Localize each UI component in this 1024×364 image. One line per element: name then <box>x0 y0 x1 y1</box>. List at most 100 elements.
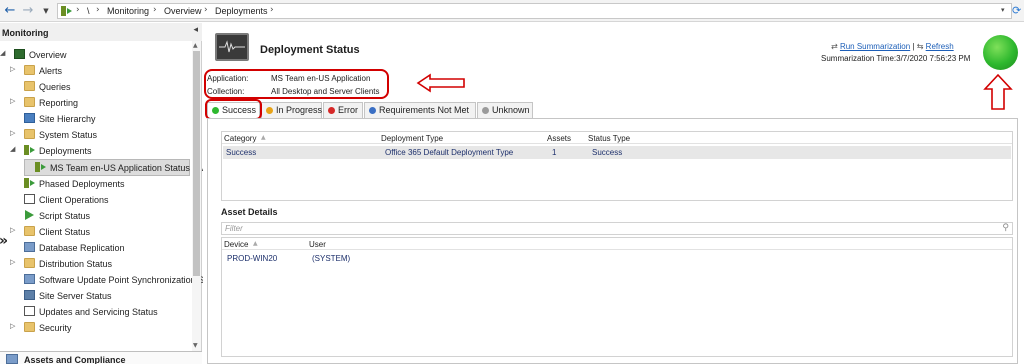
cell-status-type: Success <box>592 148 623 157</box>
workspace-assets-and-compliance[interactable]: Assets and Compliance <box>0 351 202 364</box>
collapsed-icon[interactable]: ▷ <box>10 65 15 73</box>
folder-icon <box>24 322 35 332</box>
breadcrumb-overview[interactable]: Overview <box>164 6 202 16</box>
breadcrumb[interactable]: › \ › Monitoring › Overview › Deployment… <box>57 3 1012 19</box>
refresh-link-icon: ⇆ <box>916 42 924 51</box>
tab-label: Error <box>338 105 358 115</box>
sup-sync-icon <box>24 274 35 284</box>
breadcrumb-deployments[interactable]: Deployments <box>215 6 268 16</box>
collapsed-icon[interactable]: ▷ <box>10 97 15 105</box>
folder-icon <box>24 258 35 268</box>
nav-item-client-status[interactable]: ▷ Client Status <box>10 224 194 240</box>
nav-item-label: Phased Deployments <box>39 179 125 189</box>
scroll-up-icon[interactable]: ▲ <box>193 42 198 49</box>
nav-item-deployments[interactable]: ◢ Deployments <box>10 143 194 159</box>
nav-item-security[interactable]: ▷ Security <box>10 320 194 336</box>
annotation-success-tab-box <box>205 99 262 120</box>
deployment-status-monitor-icon <box>215 33 249 61</box>
nav-item-script-status[interactable]: Script Status <box>24 208 194 224</box>
cell-user: (SYSTEM) <box>312 254 351 263</box>
scrollbar-thumb[interactable] <box>193 51 200 276</box>
asset-grid-header: Device ▲ User <box>222 238 1012 250</box>
requirements-not-met-status-icon <box>369 107 376 114</box>
col-category[interactable]: Category <box>224 134 256 143</box>
tab-error[interactable]: Error <box>323 102 363 118</box>
nav-scrollbar[interactable]: ▲ ▼ <box>192 41 201 351</box>
address-bar: ← → ▼ › \ › Monitoring › Overview › Depl… <box>0 0 1024 22</box>
back-icon[interactable]: ← <box>2 3 18 19</box>
breadcrumb-root[interactable]: \ <box>87 6 90 16</box>
cell-category: Success <box>226 148 257 157</box>
tab-in-progress[interactable]: In Progress <box>261 102 322 118</box>
double-chevron-icon: » <box>0 233 8 249</box>
address-dropdown-icon[interactable]: ▾ <box>1001 6 1005 14</box>
nav-item-client-operations[interactable]: Client Operations <box>24 192 194 208</box>
search-icon[interactable]: ⚲ <box>1002 223 1009 233</box>
nav-item-label: Client Status <box>39 227 91 237</box>
forward-icon[interactable]: → <box>20 3 36 19</box>
breadcrumb-chevron-icon: › <box>96 5 100 15</box>
col-deployment-type[interactable]: Deployment Type <box>381 134 443 143</box>
main-pane: Deployment Status Application: MS Team e… <box>203 23 1024 364</box>
overview-icon <box>14 49 25 59</box>
nav-item-ms-team-status[interactable]: MS Team en-US Application Status to All <box>24 159 212 176</box>
nav-item-label: Queries <box>39 82 71 92</box>
tab-label: Unknown <box>492 105 530 115</box>
collapsed-icon[interactable]: ▷ <box>10 258 15 266</box>
nav-item-updates-servicing[interactable]: Updates and Servicing Status <box>24 304 194 320</box>
breadcrumb-chevron-icon: › <box>204 5 208 15</box>
col-assets[interactable]: Assets <box>547 134 571 143</box>
nav-item-database-replication[interactable]: Database Replication <box>24 240 194 256</box>
run-summarization-icon: ⇄ <box>831 42 838 51</box>
workspace-label: Assets and Compliance <box>24 355 126 364</box>
nav-item-overview[interactable]: ◢ Overview <box>0 47 194 63</box>
page-title: Deployment Status <box>260 44 360 56</box>
deployments-icon <box>24 145 35 155</box>
collapse-pane-icon[interactable]: ◂ <box>193 25 198 35</box>
tab-label: Requirements Not Met <box>379 105 470 115</box>
col-status-type[interactable]: Status Type <box>588 134 630 143</box>
col-device[interactable]: Device <box>224 240 248 249</box>
refresh-link[interactable]: Refresh <box>926 42 954 51</box>
scroll-down-icon[interactable]: ▼ <box>193 342 198 349</box>
nav-item-site-hierarchy[interactable]: Site Hierarchy <box>24 111 194 127</box>
nav-item-site-server-status[interactable]: Site Server Status <box>24 288 194 304</box>
annotation-up-arrow <box>983 73 1013 110</box>
tab-requirements-not-met[interactable]: Requirements Not Met <box>364 102 476 118</box>
error-status-icon <box>328 107 335 114</box>
filter-placeholder: Filter <box>225 224 243 233</box>
refresh-icon[interactable]: ⟳ <box>1012 4 1021 17</box>
collapsed-icon[interactable]: ▷ <box>10 322 15 330</box>
filter-input[interactable]: Filter ⚲ <box>221 222 1013 235</box>
annotation-highlight-box <box>204 69 389 99</box>
nav-item-system-status[interactable]: ▷ System Status <box>10 127 194 143</box>
link-separator: | <box>912 42 915 51</box>
nav-item-phased-deployments[interactable]: Phased Deployments <box>24 176 194 192</box>
nav-item-distribution-status[interactable]: ▷ Distribution Status <box>10 256 194 272</box>
nav-item-reporting[interactable]: ▷ Reporting <box>10 95 194 111</box>
nav-item-label: Client Operations <box>39 195 109 205</box>
nav-item-sup-sync[interactable]: Software Update Point Synchronization St… <box>24 272 212 288</box>
breadcrumb-chevron-icon: › <box>153 5 157 15</box>
table-row[interactable]: PROD-WIN20 (SYSTEM) <box>223 252 1011 265</box>
nav-item-queries[interactable]: Queries <box>24 79 194 95</box>
nav-item-label: Distribution Status <box>39 259 113 269</box>
expanded-icon[interactable]: ◢ <box>0 49 5 57</box>
folder-icon <box>24 65 35 75</box>
collapsed-icon[interactable]: ▷ <box>10 226 15 234</box>
nav-item-label: MS Team en-US Application Status to All <box>50 163 212 173</box>
tab-unknown[interactable]: Unknown <box>477 102 533 118</box>
nav-item-label: Overview <box>29 50 67 60</box>
table-row[interactable]: Success Office 365 Default Deployment Ty… <box>223 146 1011 159</box>
breadcrumb-monitoring[interactable]: Monitoring <box>107 6 149 16</box>
folder-icon <box>24 81 35 91</box>
run-summarization-link[interactable]: Run Summarization <box>840 42 910 51</box>
sort-asc-icon: ▲ <box>261 134 266 141</box>
nav-item-alerts[interactable]: ▷ Alerts <box>10 63 194 79</box>
collapsed-icon[interactable]: ▷ <box>10 129 15 137</box>
cell-deployment-type: Office 365 Default Deployment Type <box>385 148 514 157</box>
expanded-icon[interactable]: ◢ <box>10 145 15 153</box>
col-user[interactable]: User <box>309 240 326 249</box>
nav-item-label: Software Update Point Synchronization St… <box>39 275 212 285</box>
history-dropdown-icon[interactable]: ▼ <box>38 3 54 19</box>
